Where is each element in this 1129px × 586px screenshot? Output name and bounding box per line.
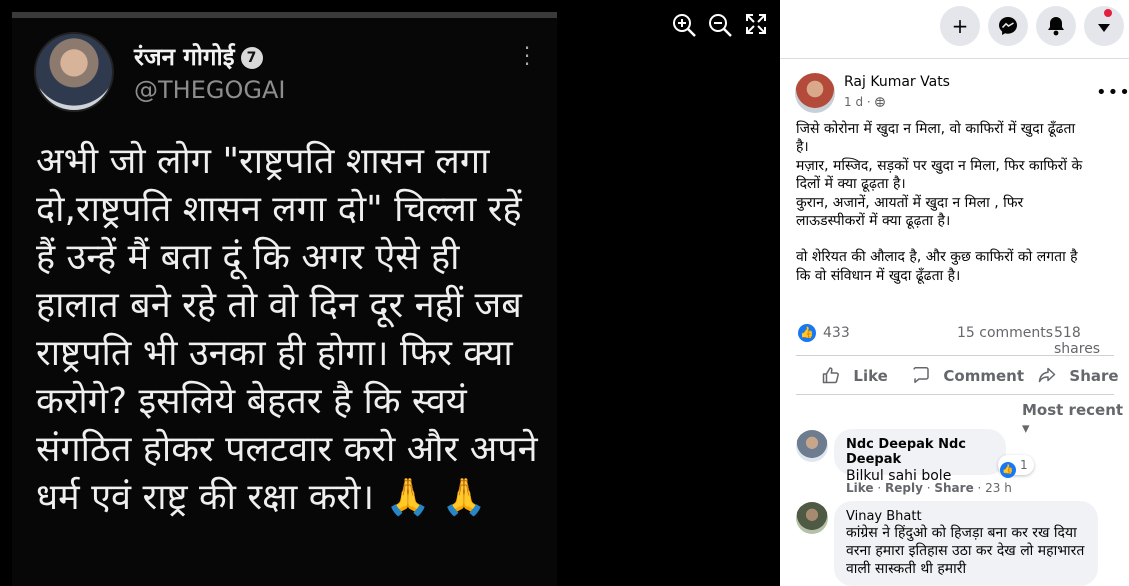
tweet-body: अभी जो लोग "राष्ट्रपति शासन लगा दो,राष्ट… <box>36 141 538 518</box>
caret-down-icon: ▾ <box>1022 419 1030 437</box>
share-icon <box>1038 366 1061 386</box>
post-line: लाऊडस्पीकरों में क्या ढूढ़ता है। <box>796 213 951 230</box>
post-line: मज़ार, मस्जिद, सड़कों पर खुदा न मिला, फि… <box>796 157 1083 174</box>
tweet-badge: 7 <box>240 47 263 69</box>
more-options-icon[interactable]: ••• <box>1096 82 1129 103</box>
post-paragraph-2: वो शेरियत की औलाद है, और कुछ काफिरों को … <box>796 248 1118 285</box>
comment-text: कांग्रेस ने हिंदुओ को हिजड़ा बना कर रख द… <box>846 525 1085 577</box>
comment-bubble: Ndc Deepak Ndc Deepak Bilkul sahi bole <box>834 429 1006 484</box>
tweet-author-name: रंजन गोगोई 7 <box>134 40 263 73</box>
share-button[interactable]: Share <box>1038 364 1119 388</box>
post-line: कुरान, अजानें, आयतों में खुदा न मिला , फ… <box>796 194 1024 211</box>
photo-viewer: रंजन गोगोई 7 @THEGOGAI · · · अभी जो लोग "रा… <box>0 0 780 586</box>
like-label: Like <box>853 367 888 385</box>
vertical-dots-icon: · · · <box>523 36 531 76</box>
post-line: कि वो संविधान में खुदा ढूँढता है। <box>796 267 961 284</box>
reaction-count[interactable]: 433 <box>823 325 850 341</box>
post-line: है। <box>796 139 809 156</box>
post-text: जिसे कोरोना में खुदा न मिला, वो काफिरों … <box>796 120 1118 303</box>
zoom-in-icon[interactable] <box>670 12 698 40</box>
comment-reply-link[interactable]: Reply <box>885 481 923 495</box>
comment-share-link[interactable]: Share <box>934 481 973 495</box>
like-button[interactable]: Like <box>822 364 888 388</box>
post-sidebar: + Raj Kumar Vats 1 d · ••• जिसे कोरोना म… <box>780 0 1129 586</box>
author-name[interactable]: Raj Kumar Vats <box>844 74 950 90</box>
post-photo[interactable]: रंजन गोगोई 7 @THEGOGAI · · · अभी जो लोग "रा… <box>12 12 557 586</box>
comment-reactions[interactable]: 👍 1 <box>998 455 1034 478</box>
post-time[interactable]: 1 d <box>844 95 863 109</box>
comment-time[interactable]: 23 h <box>985 481 1012 495</box>
globe-icon <box>874 95 885 109</box>
like-reaction-icon: 👍 <box>798 324 816 342</box>
top-nav: + <box>780 0 1129 50</box>
commenter-name[interactable]: Ndc Deepak Ndc Deepak <box>846 437 994 467</box>
post-line: वो शेरियत की औलाद है, और कुछ काफिरों को … <box>796 249 1078 266</box>
shares-count[interactable]: 518 shares <box>1054 325 1129 357</box>
like-reaction-icon: 👍 <box>1000 462 1016 478</box>
post-paragraph-1: जिसे कोरोना में खुदा न मिला, वो काफिरों … <box>796 120 1118 230</box>
comment-icon <box>912 366 935 386</box>
share-label: Share <box>1069 367 1119 385</box>
commenter-avatar[interactable] <box>796 430 828 462</box>
divider <box>780 58 1129 59</box>
comments-count[interactable]: 15 comments <box>957 325 1053 341</box>
comment-bubble: Vinay Bhatt कांग्रेस ने हिंदुओ को हिजड़ा… <box>834 501 1098 586</box>
post-meta: 1 d · <box>844 95 885 109</box>
notification-dot <box>1104 9 1112 17</box>
tweet-handle: @THEGOGAI <box>134 76 286 104</box>
messenger-icon[interactable] <box>988 6 1028 46</box>
tweet-avatar <box>34 32 114 112</box>
post-line: दिलों में क्या ढूढ़ता है। <box>796 176 906 193</box>
thumbs-up-icon <box>822 366 845 386</box>
comment-like-link[interactable]: Like <box>846 481 874 495</box>
sort-dropdown[interactable]: Most recent ▾ <box>1022 401 1129 437</box>
comment-actions: Like · Reply · Share · 23 h <box>846 481 1012 495</box>
commenter-avatar[interactable] <box>796 502 828 534</box>
comment-button[interactable]: Comment <box>912 364 1024 388</box>
fullscreen-icon[interactable] <box>742 12 770 40</box>
divider <box>796 394 1114 395</box>
divider <box>796 355 1114 356</box>
commenter-name[interactable]: Vinay Bhatt <box>846 509 1086 524</box>
plus-icon[interactable]: + <box>940 6 980 46</box>
bell-icon[interactable] <box>1036 6 1076 46</box>
comment-label: Comment <box>943 367 1025 385</box>
zoom-out-icon[interactable] <box>706 12 734 40</box>
author-avatar[interactable] <box>795 73 835 113</box>
photo-top-edge <box>12 12 557 18</box>
post-line: जिसे कोरोना में खुदा न मिला, वो काफिरों … <box>796 121 1076 137</box>
